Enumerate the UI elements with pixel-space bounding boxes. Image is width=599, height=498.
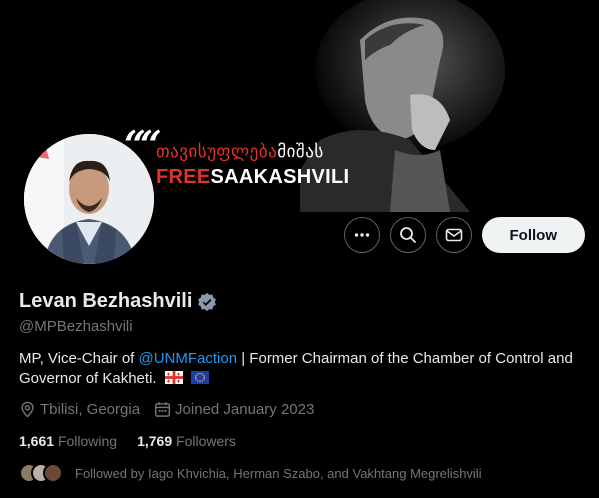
banner-georgian-prefix: თავისუფლება — [156, 142, 278, 162]
profile-meta: Tbilisi, Georgia Joined January 2023 — [19, 401, 328, 418]
following-link[interactable]: 1,661 Following — [19, 433, 117, 449]
bio-prefix: MP, Vice-Chair of — [19, 350, 139, 367]
message-button[interactable] — [435, 217, 472, 253]
banner-free-text: FREESAAKASHVILI — [156, 166, 349, 189]
followers-count: 1,769 — [137, 433, 173, 449]
calendar-icon — [155, 402, 171, 417]
mutual-avatars — [19, 463, 63, 483]
mail-icon — [445, 228, 462, 242]
profile-actions: Follow — [343, 217, 585, 253]
location-item: Tbilisi, Georgia — [19, 401, 140, 418]
more-button[interactable] — [343, 217, 380, 253]
followers-label: Followers — [176, 433, 236, 449]
follow-button[interactable]: Follow — [481, 217, 585, 253]
joined-text: Joined January 2023 — [175, 401, 315, 418]
profile-handle: @MPBezhashvili — [19, 318, 133, 335]
search-icon — [399, 227, 416, 243]
banner-georgian-suffix: მიშას — [277, 142, 324, 162]
eu-flag-icon — [190, 371, 209, 384]
georgia-flag-icon — [164, 371, 183, 384]
mutual-avatar — [43, 463, 63, 483]
banner-saakashvili-label: SAAKASHVILI — [210, 166, 350, 188]
location-text: Tbilisi, Georgia — [40, 401, 141, 418]
follow-counts: 1,661 Following 1,769 Followers — [19, 433, 256, 449]
profile-bio: MP, Vice-Chair of @UNMFaction | Former C… — [19, 349, 589, 389]
following-label: Following — [57, 433, 118, 449]
verified-badge-icon[interactable] — [197, 292, 217, 312]
following-count: 1,661 — [19, 433, 55, 449]
search-button[interactable] — [389, 217, 426, 253]
profile-avatar[interactable] — [20, 130, 158, 268]
bio-mention-link[interactable]: @UNMFaction — [139, 350, 238, 367]
avatar-photo — [24, 134, 154, 264]
followers-you-know[interactable]: Followed by Iago Khvichia, Herman Szabo,… — [19, 463, 482, 483]
location-pin-icon — [21, 401, 34, 418]
banner-georgian-text: თავისუფლებამიშას — [156, 142, 324, 162]
followers-link[interactable]: 1,769 Followers — [137, 433, 236, 449]
banner-free-label: FREE — [156, 166, 211, 188]
more-icon — [354, 233, 369, 237]
joined-item: Joined January 2023 — [154, 401, 314, 418]
profile-name-row: Levan Bezhashvili — [19, 290, 217, 313]
followed-by-text: Followed by Iago Khvichia, Herman Szabo,… — [75, 465, 482, 481]
profile-name: Levan Bezhashvili — [19, 290, 193, 312]
